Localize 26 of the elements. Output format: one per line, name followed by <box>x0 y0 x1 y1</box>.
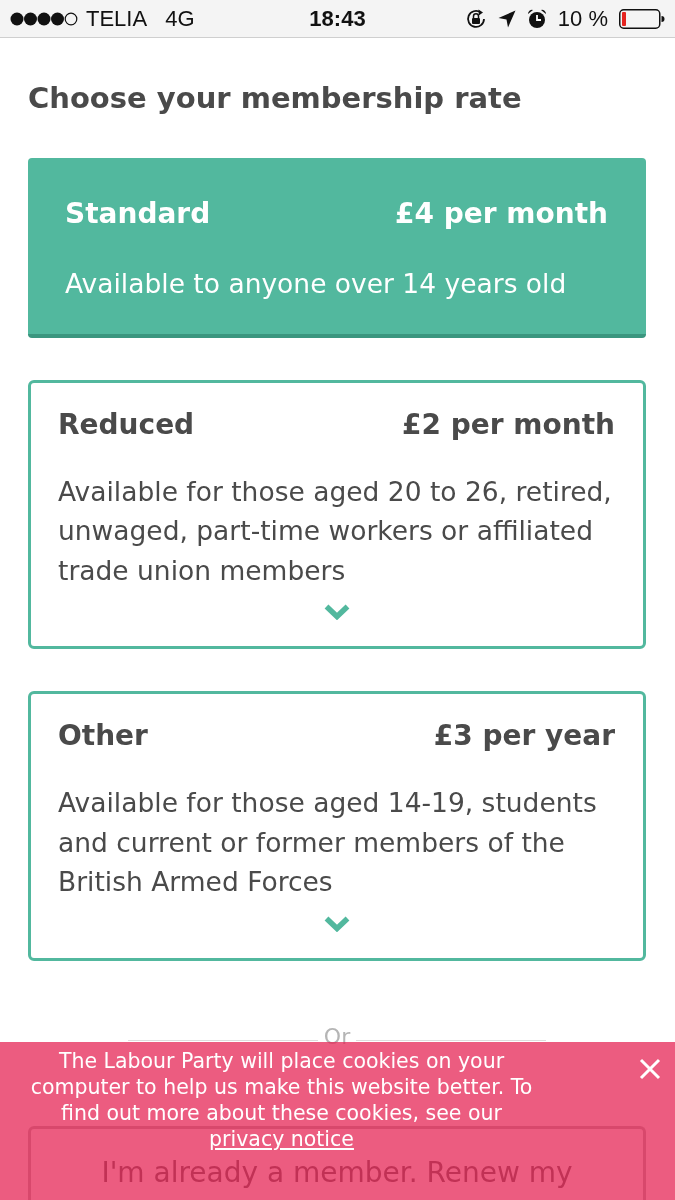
battery-percent: 10 % <box>557 5 608 32</box>
rate-name: Other <box>58 718 148 754</box>
divider-label: Or <box>322 1023 352 1050</box>
network-type: 4G <box>165 5 195 32</box>
rate-description: Available to anyone over 14 years old <box>65 267 568 301</box>
rate-card[interactable]: Other £3 per year Available for those aged 14-19, students and current or former members of the British Armed Forces <box>28 691 646 961</box>
carrier-name: TELIA <box>86 5 148 32</box>
rate-price: £3 per year <box>433 718 615 754</box>
rate-card[interactable]: Reduced £2 per month Available for those aged 20 to 26, retired, unwaged, part-time workers or affiliated trade union members <box>28 379 646 649</box>
rate-price: £2 per month <box>402 406 615 443</box>
rate-name: Standard <box>65 196 211 232</box>
rate-description: Available for those aged 14-19, students and current or former members of the British Armed Forces <box>58 786 598 899</box>
page-title: Choose your membership rate <box>28 80 523 116</box>
rotation-lock-icon <box>464 7 487 30</box>
chevron-down-icon <box>323 915 350 932</box>
chevron-down-icon <box>323 604 350 620</box>
location-arrow-icon <box>497 9 516 28</box>
battery-icon <box>619 8 665 29</box>
clock-time: 18:43 <box>309 5 366 32</box>
alarm-clock-icon <box>526 8 547 29</box>
rate-description: Available for those aged 20 to 26, retired, unwaged, part-time workers or affiliated trade union members <box>58 474 613 588</box>
close-button[interactable] <box>639 1058 661 1080</box>
signal-strength-icon <box>10 11 78 26</box>
cookie-notice-text: The Labour Party will place cookies on your computer to help us make this website better. To find out more about these cookies, see our privacy notice <box>29 1048 534 1152</box>
rate-name: Reduced <box>58 406 195 443</box>
rate-price: £4 per month <box>395 196 608 232</box>
